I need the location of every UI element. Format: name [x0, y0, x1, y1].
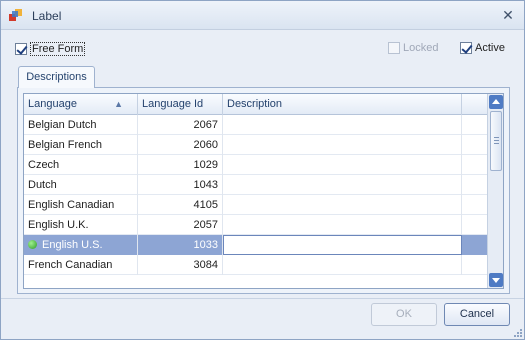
cell-filler	[462, 195, 489, 215]
cell-language[interactable]: Czech	[24, 155, 138, 175]
column-header-description[interactable]: Description	[223, 94, 462, 115]
scroll-down-icon[interactable]	[489, 273, 503, 287]
tab-descriptions[interactable]: Descriptions	[18, 66, 95, 88]
cell-language-id[interactable]: 1033	[138, 235, 223, 255]
footer-divider	[1, 298, 524, 299]
grip-line	[494, 143, 499, 144]
cell-language-text: English U.S.	[42, 239, 103, 251]
cell-language-id[interactable]: 3084	[138, 255, 223, 275]
cell-language-id[interactable]: 2067	[138, 115, 223, 135]
column-header-filler	[462, 94, 489, 115]
ok-button[interactable]: OK	[371, 303, 437, 326]
table-row[interactable]: Belgian Dutch 2067	[24, 115, 489, 135]
cell-filler	[462, 115, 489, 135]
cell-language-id[interactable]: 2060	[138, 135, 223, 155]
locked-checkbox[interactable]: Locked	[388, 42, 438, 54]
free-form-checkbox[interactable]: Free Form	[15, 42, 86, 56]
cell-filler	[462, 135, 489, 155]
title-bar[interactable]: Label ✕	[1, 1, 524, 30]
column-header-language-label: Language	[28, 98, 77, 110]
scroll-thumb[interactable]	[490, 111, 502, 171]
table-row[interactable]: English Canadian 4105	[24, 195, 489, 215]
table-row-selected[interactable]: English U.S. 1033	[24, 235, 489, 255]
grid-header: Language ▲ Language Id Description	[24, 94, 489, 115]
cell-filler	[462, 235, 489, 255]
vertical-scrollbar[interactable]	[487, 94, 503, 288]
window-title: Label	[32, 9, 62, 23]
cell-description[interactable]	[223, 215, 462, 235]
cell-language[interactable]: French Canadian	[24, 255, 138, 275]
cell-description[interactable]	[223, 155, 462, 175]
table-row-partial[interactable]	[24, 275, 489, 288]
cell-language-id[interactable]: 1043	[138, 175, 223, 195]
cell-filler	[462, 175, 489, 195]
green-dot-icon	[28, 240, 37, 249]
cell-description[interactable]	[223, 175, 462, 195]
free-form-label: Free Form	[30, 42, 86, 56]
column-header-language-id[interactable]: Language Id	[138, 94, 223, 115]
cell-language[interactable]: English U.K.	[24, 215, 138, 235]
table-row[interactable]: Dutch 1043	[24, 175, 489, 195]
cell-description[interactable]	[223, 255, 462, 275]
cell-language[interactable]: Belgian Dutch	[24, 115, 138, 135]
cell-filler	[462, 215, 489, 235]
cell-language-id[interactable]: 1029	[138, 155, 223, 175]
close-icon[interactable]: ✕	[500, 7, 516, 23]
cell-language[interactable]: Belgian French	[24, 135, 138, 155]
resize-grip-icon[interactable]	[512, 327, 522, 337]
grip-line	[494, 140, 499, 141]
app-icon	[9, 9, 22, 21]
scroll-up-icon[interactable]	[489, 95, 503, 109]
cell-language-id[interactable]: 4105	[138, 195, 223, 215]
active-check-box[interactable]	[460, 42, 472, 54]
locked-label: Locked	[403, 42, 439, 54]
cancel-button[interactable]: Cancel	[444, 303, 510, 326]
cell-filler	[462, 155, 489, 175]
cell-description[interactable]	[223, 135, 462, 155]
table-row[interactable]: Belgian French 2060	[24, 135, 489, 155]
cell-language[interactable]: Dutch	[24, 175, 138, 195]
grip-line	[494, 137, 499, 138]
cell-description[interactable]	[223, 115, 462, 135]
active-checkbox[interactable]: Active	[460, 42, 505, 54]
active-label: Active	[475, 42, 505, 54]
description-editor[interactable]	[223, 235, 462, 255]
cell-language[interactable]: English U.S.	[24, 235, 138, 255]
free-form-check-box[interactable]	[15, 43, 27, 55]
table-row[interactable]: Czech 1029	[24, 155, 489, 175]
locked-check-box[interactable]	[388, 42, 400, 54]
label-dialog: Label ✕ Free Form Locked Active Descript…	[0, 0, 525, 340]
cell-filler	[462, 255, 489, 275]
table-row[interactable]: English U.K. 2057	[24, 215, 489, 235]
cell-language[interactable]: English Canadian	[24, 195, 138, 215]
table-row[interactable]: French Canadian 3084	[24, 255, 489, 275]
cell-description[interactable]	[223, 195, 462, 215]
descriptions-grid[interactable]: Language ▲ Language Id Description Belgi…	[23, 93, 504, 289]
cell-language-id[interactable]: 2057	[138, 215, 223, 235]
sort-ascending-icon: ▲	[114, 99, 123, 109]
column-header-language[interactable]: Language ▲	[24, 94, 138, 115]
